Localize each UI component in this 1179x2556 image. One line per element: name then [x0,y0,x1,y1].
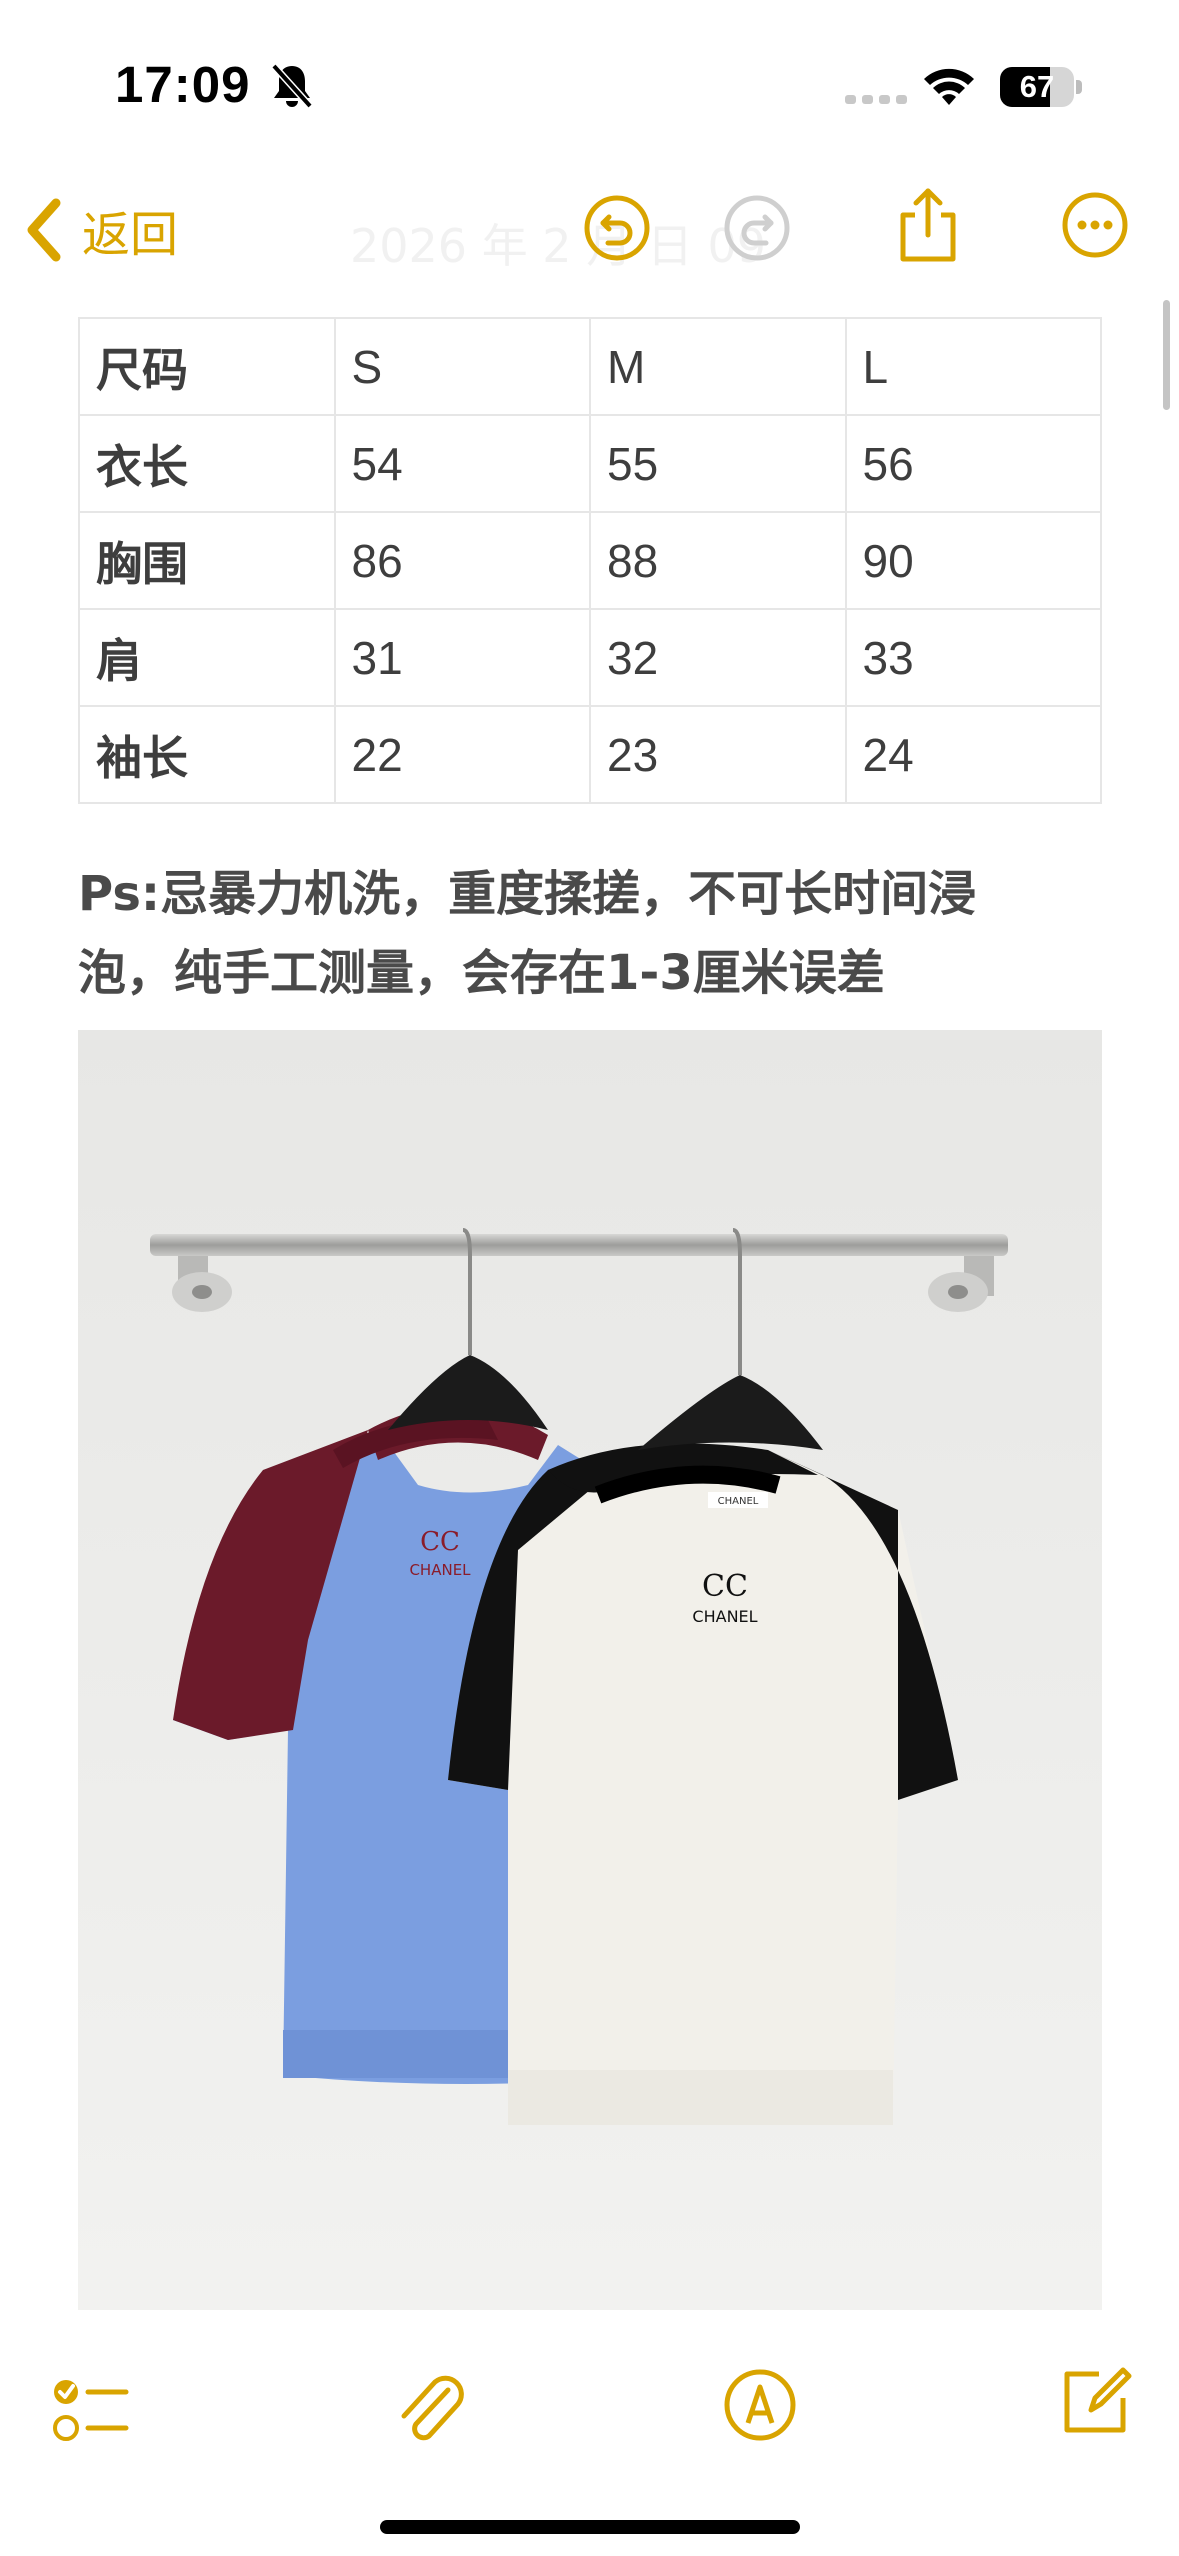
scroll-indicator [1163,300,1170,410]
collar-tag-text: CHANEL [718,1496,759,1507]
left-logo-mark: CC [420,1527,460,1557]
signal-icon [845,95,907,104]
product-photo-image: CC CHANEL CHANEL CC CHANEL [78,1030,1102,2310]
table-cell[interactable]: L [844,317,1102,416]
table-row: 胸围 86 88 90 [78,511,1102,610]
redo-icon[interactable] [722,193,792,263]
compose-icon[interactable] [1055,2362,1135,2442]
left-logo-text: CHANEL [409,1561,471,1579]
right-logo-text: CHANEL [692,1607,757,1626]
table-row-header[interactable]: 尺码 [78,317,336,416]
note-body-text[interactable]: Ps:忌暴力机洗，重度揉搓，不可长时间浸 泡，纯手工测量，会存在1-3厘米误差 [78,855,1108,1013]
product-photo[interactable]: CC CHANEL CHANEL CC CHANEL [78,1030,1102,2310]
table-cell[interactable]: S [333,317,591,416]
table-row: 袖长 22 23 24 [78,705,1102,804]
table-cell[interactable]: 55 [589,414,847,513]
battery-level: 67 [1019,69,1055,104]
table-cell[interactable]: 22 [333,705,591,804]
more-icon[interactable] [1060,190,1130,260]
table-cell[interactable]: 23 [589,705,847,804]
checklist-icon[interactable] [50,2370,130,2450]
right-logo-mark: CC [702,1569,748,1604]
attachment-icon[interactable] [390,2368,470,2448]
table-row-header[interactable]: 衣长 [78,414,336,513]
share-icon[interactable] [893,185,963,265]
home-indicator[interactable] [380,2520,800,2534]
table-row-header[interactable]: 袖长 [78,705,336,804]
table-row: 衣长 54 55 56 [78,414,1102,513]
table-cell[interactable]: 24 [844,705,1102,804]
table-row-header[interactable]: 胸围 [78,511,336,610]
note-title: 2026 年 2 月 日 09 [350,219,766,273]
table-cell[interactable]: 33 [844,608,1102,707]
note-line: 泡，纯手工测量，会存在1-3厘米误差 [78,945,885,1001]
table-cell[interactable]: M [589,317,847,416]
undo-icon[interactable] [582,193,652,263]
table-cell[interactable]: 32 [589,608,847,707]
table-cell[interactable]: 88 [589,511,847,610]
table-cell[interactable]: 56 [844,414,1102,513]
table-cell[interactable]: 54 [333,414,591,513]
markup-icon[interactable] [720,2365,800,2445]
wifi-icon [924,68,974,105]
note-line: Ps:忌暴力机洗，重度揉搓，不可长时间浸 [78,866,977,922]
size-table[interactable]: 尺码 S M L 衣长 54 55 56 胸围 86 88 90 肩 31 32… [78,317,1102,804]
bell-slash-icon [271,63,313,109]
table-row: 肩 31 32 33 [78,608,1102,707]
navigation-bar: 返回 2026 年 2 月 日 09 [0,170,1179,290]
table-cell[interactable]: 90 [844,511,1102,610]
back-label: 返回 [82,207,179,263]
status-bar: 17:09 67 [0,0,1179,170]
table-row: 尺码 S M L [78,317,1102,416]
back-button[interactable]: 返回 [22,190,178,270]
table-cell[interactable]: 31 [333,608,591,707]
table-cell[interactable]: 86 [333,511,591,610]
battery-icon: 67 [1000,67,1082,109]
status-time: 17:09 [115,56,251,113]
chevron-left-icon [27,198,61,262]
table-row-header[interactable]: 肩 [78,608,336,707]
